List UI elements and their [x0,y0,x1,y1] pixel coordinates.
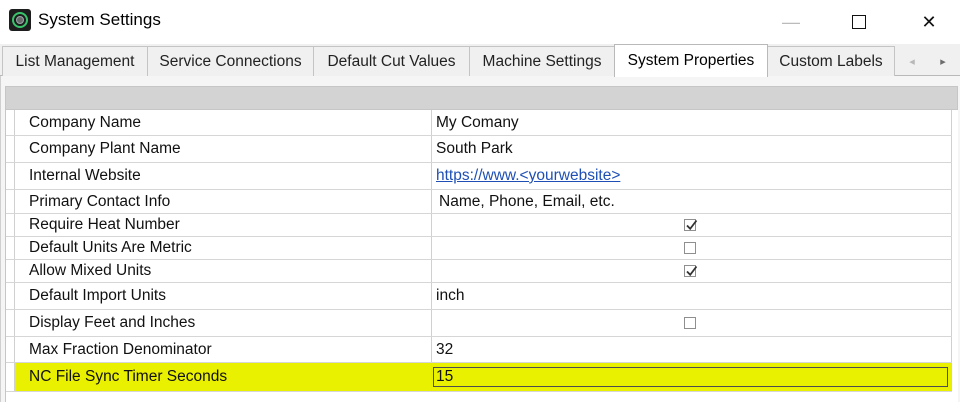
property-name: Display Feet and Inches [14,310,432,336]
tab-service-connections[interactable]: Service Connections [147,46,314,76]
maximize-icon [852,15,866,29]
property-name: Default Units Are Metric [14,237,432,259]
property-name: Max Fraction Denominator [14,337,432,362]
tab-scroll-right-button[interactable]: ▸ [932,50,954,72]
checkmark-icon [686,219,698,231]
nc-file-sync-timer-seconds-input[interactable]: 15 [433,367,948,387]
system-properties-panel: Company Name My Comany Company Plant Nam… [0,76,960,402]
allow-mixed-units-checkbox[interactable] [684,265,698,277]
property-row-display-feet-and-inches[interactable]: Display Feet and Inches [6,310,952,337]
property-name: Company Name [14,110,432,135]
property-name: Internal Website [14,163,432,189]
property-row-company-name[interactable]: Company Name My Comany [6,110,952,136]
property-name: Primary Contact Info [14,190,432,213]
require-heat-number-checkbox[interactable] [684,219,698,231]
property-grid-header [5,86,958,110]
property-row-allow-mixed-units[interactable]: Allow Mixed Units [6,260,952,283]
property-value-max-fraction-denominator[interactable]: 32 [432,337,952,362]
property-row-primary-contact-info[interactable]: Primary Contact Info Name, Phone, Email,… [6,190,952,214]
property-value-default-import-units[interactable]: inch [432,283,952,309]
property-name: Default Import Units [14,283,432,309]
property-row-default-import-units[interactable]: Default Import Units inch [6,283,952,310]
tab-system-properties[interactable]: System Properties [614,44,768,77]
tab-scroll-left-button[interactable]: ◂ [901,50,923,72]
minimize-button[interactable]: — [768,0,814,44]
property-row-nc-file-sync-timer-seconds[interactable]: NC File Sync Timer Seconds 15 [6,363,952,392]
tab-custom-labels[interactable]: Custom Labels [767,46,895,76]
default-units-are-metric-checkbox[interactable] [684,242,696,254]
property-name: Allow Mixed Units [14,260,432,282]
property-value-company-plant-name[interactable]: South Park [432,136,952,162]
property-row-internal-website[interactable]: Internal Website https://www.<yourwebsit… [6,163,952,190]
tab-default-cut-values[interactable]: Default Cut Values [313,46,470,76]
app-icon [9,9,31,31]
property-name: Company Plant Name [14,136,432,162]
property-name: Require Heat Number [14,214,432,236]
tab-list-management[interactable]: List Management [2,46,148,76]
maximize-button[interactable] [836,0,882,44]
property-row-max-fraction-denominator[interactable]: Max Fraction Denominator 32 [6,337,952,363]
tab-machine-settings[interactable]: Machine Settings [469,46,615,76]
property-row-require-heat-number[interactable]: Require Heat Number [6,214,952,237]
property-name: NC File Sync Timer Seconds [14,363,432,391]
checkmark-icon [686,265,698,277]
property-row-default-units-are-metric[interactable]: Default Units Are Metric [6,237,952,260]
title-bar: System Settings — ✕ [0,0,960,44]
property-value-primary-contact-info[interactable]: Name, Phone, Email, etc. [432,190,952,213]
window-title: System Settings [38,10,161,29]
property-grid: Company Name My Comany Company Plant Nam… [5,110,958,402]
tab-strip: List Management Service Connections Defa… [0,44,960,77]
display-feet-and-inches-checkbox[interactable] [684,317,696,329]
property-row-company-plant-name[interactable]: Company Plant Name South Park [6,136,952,163]
internal-website-link[interactable]: https://www.<yourwebsite> [436,167,620,185]
property-value-company-name[interactable]: My Comany [432,110,952,135]
close-button[interactable]: ✕ [906,0,952,44]
